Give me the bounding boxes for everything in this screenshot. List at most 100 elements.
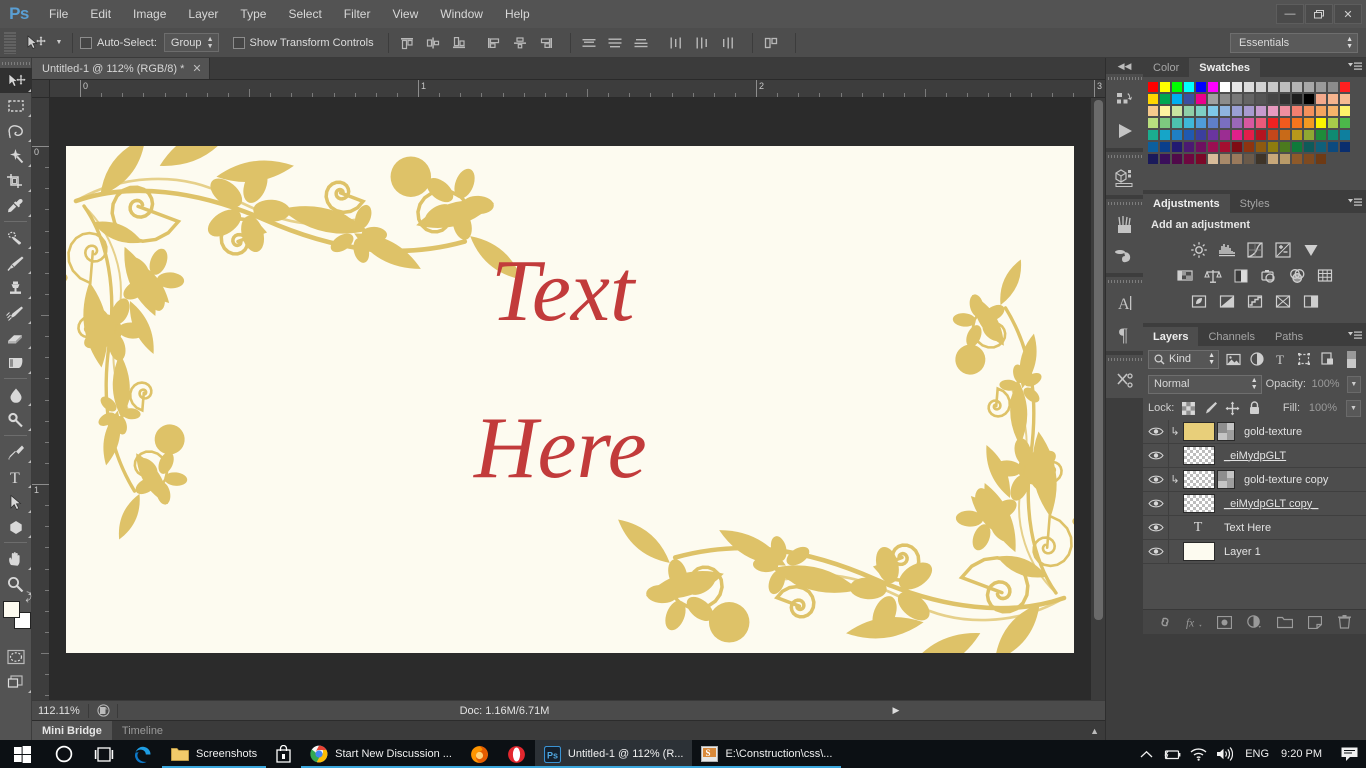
scrollbar-thumb[interactable] — [1094, 100, 1103, 620]
color-swatch[interactable] — [1231, 153, 1243, 165]
color-swatch[interactable] — [1315, 153, 1327, 165]
polygon-shape-tool[interactable] — [0, 514, 32, 539]
align-left-edges-icon[interactable] — [483, 33, 505, 53]
eraser-tool[interactable] — [0, 325, 32, 350]
color-swatch[interactable] — [1171, 117, 1183, 129]
brush-panel-icon[interactable] — [1106, 209, 1144, 240]
color-swatch[interactable] — [1339, 141, 1351, 153]
lock-image-pixels-icon[interactable] — [1202, 400, 1218, 416]
tab-timeline[interactable]: Timeline — [112, 721, 173, 741]
align-vertical-centers-icon[interactable] — [422, 33, 444, 53]
color-swatch[interactable] — [1183, 129, 1195, 141]
color-swatch[interactable] — [1171, 81, 1183, 93]
restore-button[interactable] — [1305, 4, 1333, 24]
type-layer-thumbnail[interactable]: T — [1181, 520, 1215, 536]
foreground-background-color-swatches[interactable]: ⤸ — [0, 591, 32, 634]
layer-mask-thumbnail[interactable] — [1217, 470, 1235, 489]
color-swatch[interactable] — [1267, 105, 1279, 117]
panel-menu-icon[interactable] — [1348, 198, 1362, 211]
canvas-viewport[interactable]: Text Here — [50, 98, 1105, 720]
distribute-horizontal-centers-icon[interactable] — [691, 33, 713, 53]
color-swatch[interactable] — [1219, 129, 1231, 141]
show-hidden-icons[interactable] — [1133, 740, 1159, 768]
color-swatch[interactable] — [1183, 93, 1195, 105]
zoom-level-field[interactable]: 112.11% — [32, 705, 84, 717]
options-bar-gripper[interactable] — [4, 31, 16, 54]
color-swatch[interactable] — [1219, 105, 1231, 117]
color-swatch[interactable] — [1231, 105, 1243, 117]
brightness-contrast-icon[interactable] — [1189, 240, 1209, 260]
layer-thumbnail[interactable] — [1183, 470, 1215, 489]
tool-preset-chevron-down-icon[interactable]: ▼ — [53, 39, 65, 46]
layer-row[interactable]: ↳ gold-texture — [1143, 419, 1366, 444]
layer-visibility-eye-icon[interactable] — [1143, 539, 1169, 564]
color-swatch[interactable] — [1303, 93, 1315, 105]
color-swatch[interactable] — [1195, 117, 1207, 129]
align-horizontal-centers-icon[interactable] — [509, 33, 531, 53]
distribute-top-edges-icon[interactable] — [578, 33, 600, 53]
menu-image[interactable]: Image — [122, 0, 177, 28]
layer-name[interactable]: _eiMydpGLT — [1224, 450, 1286, 462]
color-swatch[interactable] — [1147, 129, 1159, 141]
menu-layer[interactable]: Layer — [177, 0, 229, 28]
vibrance-icon[interactable] — [1301, 240, 1321, 260]
lock-all-icon[interactable] — [1246, 400, 1262, 416]
layer-name[interactable]: _eiMydpGLT copy_ — [1224, 498, 1318, 510]
close-button[interactable]: ✕ — [1334, 4, 1362, 24]
color-swatch[interactable] — [1291, 141, 1303, 153]
tab-adjustments[interactable]: Adjustments — [1143, 194, 1230, 213]
layer-visibility-eye-icon[interactable] — [1143, 419, 1169, 444]
color-swatch[interactable] — [1195, 81, 1207, 93]
lock-position-icon[interactable] — [1224, 400, 1240, 416]
taskbar-app-store[interactable] — [266, 740, 301, 768]
layer-visibility-eye-icon[interactable] — [1143, 491, 1169, 516]
layer-style-icon[interactable]: fx — [1186, 614, 1203, 631]
auto-align-layers-icon[interactable] — [760, 33, 782, 53]
layer-thumbnail[interactable] — [1183, 422, 1215, 441]
canvas-vertical-scrollbar[interactable] — [1091, 98, 1105, 706]
threshold-icon[interactable] — [1245, 292, 1265, 312]
layer-row[interactable]: Layer 1 — [1143, 539, 1366, 564]
color-swatch[interactable] — [1243, 141, 1255, 153]
gradient-map-icon[interactable] — [1273, 292, 1293, 312]
minimize-button[interactable]: — — [1276, 4, 1304, 24]
color-swatch[interactable] — [1231, 129, 1243, 141]
eyedropper-tool[interactable] — [0, 193, 32, 218]
color-swatch[interactable] — [1219, 117, 1231, 129]
fill-slider-button[interactable]: ▼ — [1346, 399, 1361, 417]
quick-mask-mode-button[interactable] — [0, 644, 32, 669]
layer-filter-kind-dropdown[interactable]: Kind ▲ ▼ — [1148, 349, 1220, 369]
panel-menu-icon[interactable] — [1348, 62, 1362, 75]
move-tool[interactable] — [0, 68, 32, 93]
color-swatch[interactable] — [1219, 153, 1231, 165]
dock-gripper[interactable] — [1106, 355, 1143, 363]
posterize-icon[interactable] — [1217, 292, 1237, 312]
color-swatch[interactable] — [1303, 81, 1315, 93]
layer-row[interactable]: ↳ gold-texture copy — [1143, 467, 1366, 492]
invert-icon[interactable] — [1189, 292, 1209, 312]
hue-saturation-icon[interactable] — [1175, 266, 1195, 286]
taskbar-app-firefox[interactable] — [460, 740, 498, 768]
layer-row[interactable]: _eiMydpGLT — [1143, 443, 1366, 468]
color-swatch[interactable] — [1207, 81, 1219, 93]
color-swatch[interactable] — [1339, 81, 1351, 93]
document-tab[interactable]: Untitled-1 @ 112% (RGB/8) * ✕ — [32, 58, 210, 79]
color-swatch[interactable] — [1303, 117, 1315, 129]
tools-panel-gripper[interactable] — [0, 58, 31, 68]
new-group-icon[interactable] — [1276, 614, 1293, 631]
color-swatch[interactable] — [1327, 129, 1339, 141]
distribute-right-edges-icon[interactable] — [717, 33, 739, 53]
color-swatch[interactable] — [1279, 105, 1291, 117]
tab-channels[interactable]: Channels — [1198, 327, 1264, 346]
windows-start-icon[interactable] — [0, 740, 44, 768]
color-swatch[interactable] — [1219, 93, 1231, 105]
color-swatch[interactable] — [1207, 141, 1219, 153]
dock-collapse-button[interactable]: ◀◀ — [1106, 58, 1143, 74]
color-swatch[interactable] — [1255, 129, 1267, 141]
color-swatch[interactable] — [1255, 141, 1267, 153]
color-swatch[interactable] — [1267, 117, 1279, 129]
photo-filter-icon[interactable] — [1259, 266, 1279, 286]
pen-tool[interactable] — [0, 439, 32, 464]
color-swatch[interactable] — [1243, 153, 1255, 165]
color-swatch[interactable] — [1159, 129, 1171, 141]
